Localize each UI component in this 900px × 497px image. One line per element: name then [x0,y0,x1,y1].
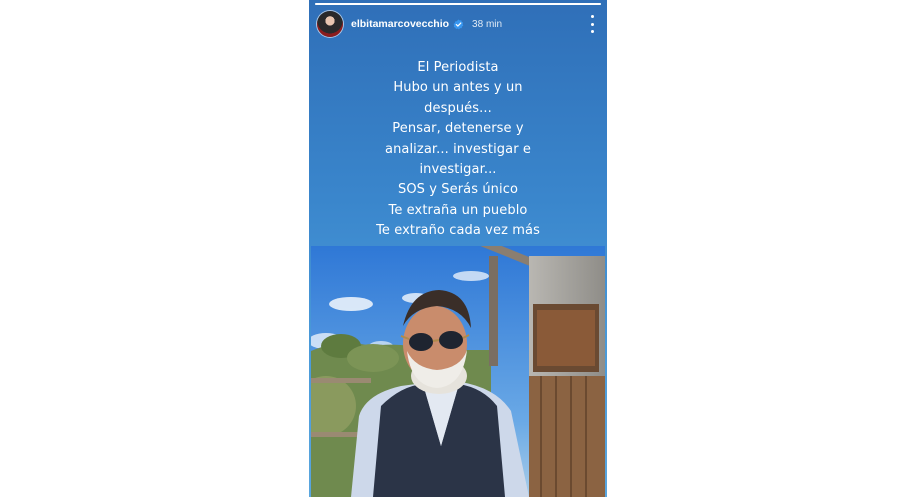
caption-line: Pensar, detenerse y [392,121,524,137]
caption-line: después... [424,100,492,116]
more-vertical-icon[interactable] [585,14,599,34]
caption-line: SOS y Serás único [397,182,519,198]
story-timestamp: 38 min [472,18,503,30]
story-header: elbitamarcovecchio 38 min [317,10,599,38]
story-progress-fill [315,3,601,5]
avatar[interactable] [317,11,343,37]
story-progress-bar [315,3,601,5]
story-viewer[interactable]: elbitamarcovecchio 38 min El Periodista H… [309,0,607,497]
story-photo-image [311,246,605,497]
username[interactable]: elbitamarcovecchio [351,18,449,30]
caption-line: Te extraño cada vez más [376,223,540,239]
caption-line: Te extraña un pueblo [388,202,528,218]
verified-badge-icon [453,18,464,29]
caption-line: El Periodista [417,60,499,75]
caption-line: investigar... [419,162,497,178]
story-photo [311,246,605,497]
story-caption: El Periodista Hubo un antes y un después..… [309,58,607,242]
caption-line: analizar... investigar e [385,141,531,157]
caption-line: Hubo un antes y un [393,80,523,96]
